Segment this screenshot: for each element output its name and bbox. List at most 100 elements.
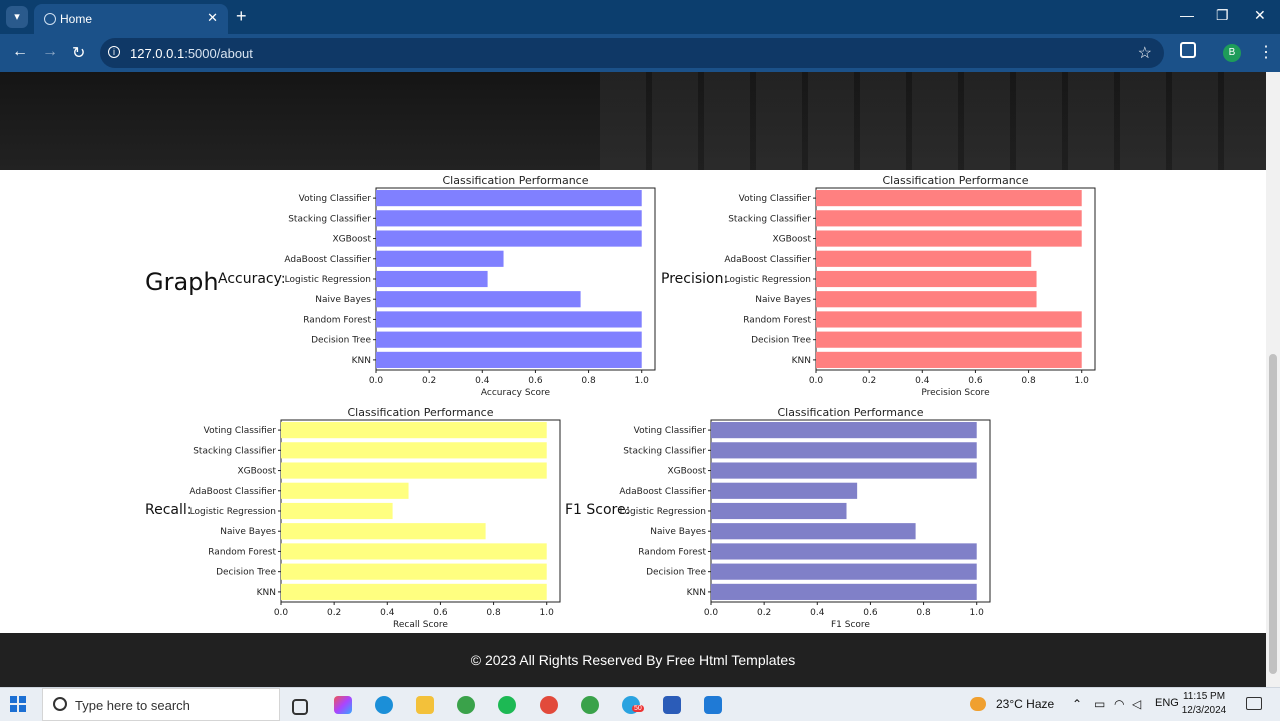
category-label: Voting Classifier	[204, 426, 277, 436]
chart-title: Classification Performance	[883, 174, 1029, 187]
word-icon[interactable]	[663, 696, 681, 714]
taskbar-search-input[interactable]: Type here to search	[42, 688, 280, 721]
x-tick-label: 0.0	[274, 608, 289, 618]
category-label: Decision Tree	[216, 568, 276, 578]
bar	[281, 563, 547, 580]
category-label: Decision Tree	[646, 568, 706, 578]
battery-icon[interactable]: ▭	[1094, 697, 1105, 711]
chrome-icon[interactable]	[540, 696, 558, 714]
close-window-button[interactable]: ✕	[1254, 7, 1266, 24]
bar	[376, 331, 642, 348]
edge-icon[interactable]	[375, 696, 393, 714]
windows-start-icon[interactable]	[10, 696, 26, 712]
weather-text[interactable]: 23°C Haze	[996, 697, 1054, 711]
clock-date: 12/3/2024	[1181, 705, 1227, 716]
profile-avatar[interactable]: B	[1223, 44, 1241, 62]
browser-toolbar: ← → ↻ i 127.0.0.1:5000/about ☆	[0, 34, 1280, 72]
extensions-icon[interactable]	[1180, 42, 1196, 58]
url-text[interactable]: 127.0.0.1:5000/about	[130, 46, 253, 61]
category-label: Logistic Regression	[620, 507, 706, 517]
category-label: Voting Classifier	[739, 194, 812, 204]
weather-icon[interactable]	[970, 697, 986, 711]
site-info-icon[interactable]: i	[108, 46, 120, 58]
category-label: Logistic Regression	[190, 507, 276, 517]
bar	[711, 482, 858, 499]
category-label: AdaBoost Classifier	[619, 487, 706, 497]
tab-search-button[interactable]: ▾	[6, 6, 28, 28]
category-label: Stacking Classifier	[623, 446, 706, 456]
x-tick-label: 0.0	[369, 376, 384, 386]
recall-chart: Classification Performance Voting Classif…	[189, 406, 561, 630]
minimize-button[interactable]: —	[1180, 7, 1194, 23]
category-label: KNN	[257, 588, 276, 598]
bar	[816, 210, 1082, 227]
category-label: Decision Tree	[751, 336, 811, 346]
x-tick-label: 0.4	[810, 608, 825, 618]
category-label: KNN	[687, 588, 706, 598]
bar	[376, 210, 642, 227]
scrollbar-thumb[interactable]	[1269, 354, 1277, 674]
accuracy-chart: Classification Performance Voting Classif…	[284, 174, 656, 398]
x-tick-label: 0.2	[757, 608, 771, 618]
app-green-icon[interactable]	[457, 696, 475, 714]
category-label: Stacking Classifier	[728, 214, 811, 224]
bar	[281, 442, 547, 459]
x-tick-label: 0.8	[1021, 376, 1036, 386]
category-label: XGBoost	[667, 467, 706, 477]
category-label: Random Forest	[303, 315, 371, 325]
bar	[711, 422, 977, 439]
bar	[816, 270, 1037, 288]
chevron-up-icon[interactable]: ⌃	[1072, 697, 1082, 711]
category-label: AdaBoost Classifier	[724, 255, 811, 265]
category-label: AdaBoost Classifier	[189, 487, 276, 497]
bar	[376, 291, 581, 308]
x-tick-label: 0.4	[475, 376, 490, 386]
category-label: Naive Bayes	[315, 295, 371, 305]
tab-title: Home	[60, 12, 93, 26]
category-label: Stacking Classifier	[193, 446, 276, 456]
menu-kebab-icon[interactable]: ⋮	[1258, 42, 1274, 62]
tab-home[interactable]: Home ✕	[34, 4, 228, 34]
category-label: Random Forest	[638, 547, 706, 557]
bar	[711, 543, 977, 560]
hero-banner	[0, 72, 1266, 170]
address-bar[interactable]: i 127.0.0.1:5000/about ☆	[100, 38, 1164, 68]
category-label: KNN	[352, 356, 371, 366]
close-tab-icon[interactable]: ✕	[207, 10, 218, 26]
x-tick-label: 0.0	[704, 608, 719, 618]
new-tab-button[interactable]: +	[236, 6, 247, 27]
back-button[interactable]: ←	[12, 43, 28, 61]
category-label: Voting Classifier	[634, 426, 707, 436]
page-content: Graph Accuracy: Precision: Recall: F1 Sc…	[0, 72, 1266, 633]
copilot-icon[interactable]	[334, 696, 352, 714]
maximize-button[interactable]: ❐	[1216, 7, 1229, 24]
category-label: Logistic Regression	[285, 275, 371, 285]
x-tick-label: 1.0	[540, 608, 555, 618]
bookmark-star-icon[interactable]: ☆	[1138, 43, 1152, 63]
chart-title: Classification Performance	[348, 406, 494, 419]
bar	[816, 250, 1032, 267]
notifications-icon[interactable]	[1246, 697, 1262, 710]
telegram-icon[interactable]: 50	[622, 696, 644, 714]
wifi-icon[interactable]: ◠	[1114, 697, 1124, 711]
page-footer: © 2023 All Rights Reserved By Free Html …	[0, 633, 1266, 687]
forward-button[interactable]: →	[42, 43, 58, 61]
clock[interactable]: 11:15 PM 12/3/2024	[1176, 690, 1232, 718]
reload-button[interactable]: ↻	[72, 43, 85, 63]
windows-taskbar: Type here to search 50 23°C Haze ⌃ ▭ ◠ ◁…	[0, 687, 1280, 721]
bar	[711, 583, 977, 600]
app-green-2-icon[interactable]	[581, 696, 599, 714]
volume-icon[interactable]: ◁	[1132, 697, 1141, 711]
x-tick-label: 0.4	[380, 608, 395, 618]
bar	[711, 563, 977, 580]
telegram-badge: 50	[632, 705, 644, 712]
bar	[816, 311, 1082, 328]
spotify-icon[interactable]	[498, 696, 516, 714]
task-view-icon[interactable]	[292, 699, 308, 715]
x-tick-label: 0.6	[433, 608, 448, 618]
scrollbar[interactable]	[1266, 72, 1280, 687]
category-label: Random Forest	[743, 315, 811, 325]
vscode-icon[interactable]	[704, 696, 722, 714]
x-tick-label: 1.0	[1075, 376, 1090, 386]
file-explorer-icon[interactable]	[416, 696, 434, 714]
